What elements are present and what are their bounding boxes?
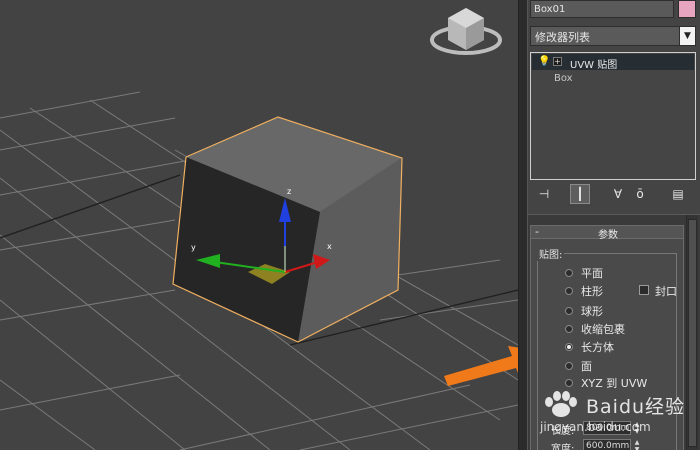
perspective-viewport[interactable]: z x y xyxy=(0,0,518,450)
box01-object[interactable] xyxy=(172,116,403,343)
width-label: 宽度: xyxy=(551,444,575,450)
expand-plus-icon[interactable]: + xyxy=(553,57,562,66)
cap-checkbox[interactable] xyxy=(639,285,649,295)
parameters-rollout-header[interactable]: - 参数 xyxy=(530,225,684,241)
radio-button[interactable] xyxy=(565,325,573,333)
radio-button[interactable] xyxy=(565,287,573,295)
modifier-list-dropdown[interactable]: 修改器列表 ▼ xyxy=(530,26,696,46)
mapping-group-title: 贴图: xyxy=(537,246,565,261)
paw-logo-icon xyxy=(545,391,577,417)
pin-stack-icon[interactable]: ⊣ xyxy=(534,184,554,204)
modifier-list-label: 修改器列表 xyxy=(535,31,590,44)
command-panel: 修改器列表 ▼ 💡 + UVW 贴图 Box ⊣ ┃ ∀ ō ▤ - 参数 贴图… xyxy=(528,0,700,450)
viewcube-icon[interactable] xyxy=(428,0,504,58)
scene-canvas[interactable]: z x y xyxy=(0,0,518,450)
stack-item-uvw-map[interactable]: 💡 + UVW 贴图 xyxy=(532,54,694,71)
object-name-row xyxy=(528,0,700,20)
lightbulb-icon[interactable]: 💡 xyxy=(538,56,550,67)
radio-label: 球形 xyxy=(581,305,603,318)
axis-label-x: x xyxy=(327,242,332,251)
remove-modifier-icon[interactable]: ō xyxy=(630,184,650,204)
watermark-title: Baidu经验 xyxy=(586,396,686,418)
radio-label: 平面 xyxy=(581,267,603,280)
configure-modifier-sets-icon[interactable]: ▤ xyxy=(668,184,688,204)
radio-button[interactable] xyxy=(565,269,573,277)
radio-label: 面 xyxy=(581,360,592,373)
spinner-icon[interactable]: ▲ ▼ xyxy=(633,439,641,450)
stack-toolbar: ⊣ ┃ ∀ ō ▤ xyxy=(530,182,696,206)
watermark-subtitle: jingyan.baidu.com xyxy=(540,420,651,434)
stack-item-box[interactable]: Box xyxy=(532,71,694,87)
radio-button[interactable] xyxy=(565,307,573,315)
axis-label-z: z xyxy=(287,187,291,196)
radio-button[interactable] xyxy=(565,379,573,387)
object-color-swatch[interactable] xyxy=(678,0,696,18)
baidu-watermark: Baidu经验 jingyan.baidu.com xyxy=(536,388,700,436)
viewport-panel-divider[interactable] xyxy=(518,0,528,450)
make-unique-icon[interactable]: ∀ xyxy=(608,184,628,204)
radio-button[interactable] xyxy=(565,362,573,370)
axis-label-y: y xyxy=(191,243,196,252)
radio-button-selected[interactable] xyxy=(565,343,573,351)
stack-item-label: UVW 贴图 xyxy=(570,60,618,71)
show-end-result-icon[interactable]: ┃ xyxy=(570,184,590,204)
radio-label: 柱形 xyxy=(581,285,603,298)
stack-item-label: Box xyxy=(554,73,573,84)
chevron-down-icon[interactable]: ▼ xyxy=(679,27,695,45)
cap-label: 封口 xyxy=(655,285,677,298)
radio-label: 长方体 xyxy=(581,341,614,354)
object-name-field[interactable] xyxy=(530,0,674,18)
modifier-stack[interactable]: 💡 + UVW 贴图 Box xyxy=(530,52,696,180)
radio-label: 收缩包裹 xyxy=(581,323,625,336)
width-input[interactable]: 600.0mm xyxy=(583,439,631,450)
